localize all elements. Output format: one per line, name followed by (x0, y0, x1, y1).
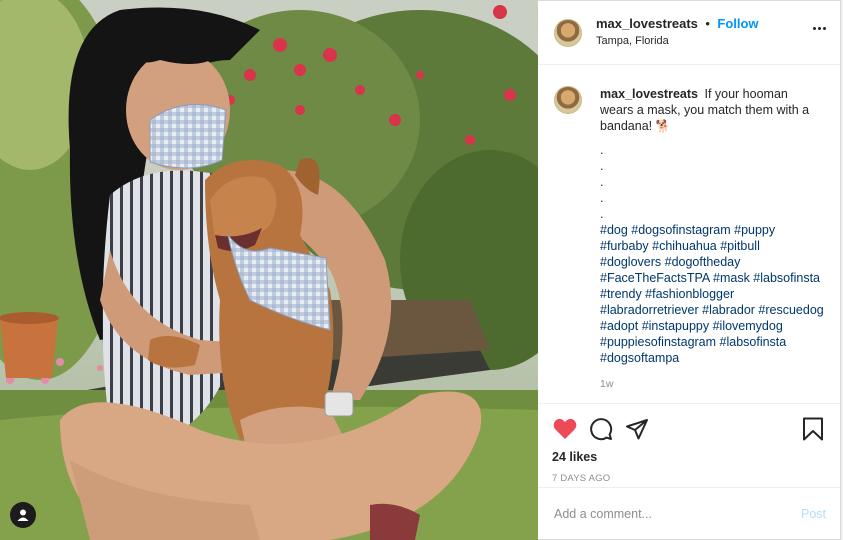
caption-dot: . (600, 207, 604, 221)
location-link[interactable]: Tampa, Florida (596, 33, 759, 49)
post-sidebar: max_lovestreats • Follow Tampa, Florida … (538, 0, 841, 540)
tag-user-icon[interactable] (10, 502, 36, 528)
caption-avatar[interactable] (554, 86, 582, 114)
hashtags[interactable]: #dog #dogsofinstagram #puppy #furbaby #c… (600, 222, 824, 366)
dog-emoji-icon: 🐕 (655, 119, 671, 133)
caption-dots: . . . . . (600, 142, 824, 222)
caption-body: max_lovestreats If your hooman wears a m… (600, 86, 824, 392)
caption-dot: . (600, 143, 604, 157)
follow-button[interactable]: Follow (717, 16, 758, 31)
caption-row: max_lovestreats If your hooman wears a m… (554, 86, 824, 392)
post-comment-button[interactable]: Post (801, 507, 826, 521)
bookmark-icon[interactable] (800, 416, 826, 442)
caption-dot: . (600, 175, 604, 189)
post-actions: 24 likes 7 DAYS AGO (538, 403, 840, 484)
post-photo[interactable] (0, 0, 538, 540)
action-icons (552, 414, 826, 444)
header-separator: • (705, 16, 710, 31)
post-date: 7 DAYS AGO (552, 473, 611, 484)
post-header: max_lovestreats • Follow Tampa, Florida (538, 1, 840, 65)
caption-age: 1w (600, 378, 614, 390)
add-comment-bar: Post (538, 487, 840, 539)
more-icon[interactable] (813, 27, 826, 30)
heart-icon[interactable] (552, 416, 578, 442)
caption-dot: . (600, 191, 604, 205)
comment-icon[interactable] (588, 416, 614, 442)
comment-input[interactable] (554, 506, 801, 521)
photo-illustration (0, 0, 538, 540)
caption-dot: . (600, 159, 604, 173)
header-username[interactable]: max_lovestreats (596, 16, 698, 31)
share-icon[interactable] (624, 416, 650, 442)
comments-area: max_lovestreats If your hooman wears a m… (538, 66, 840, 402)
likes-count[interactable]: 24 likes (552, 450, 826, 464)
avatar[interactable] (554, 18, 582, 47)
caption-username[interactable]: max_lovestreats (600, 87, 698, 101)
